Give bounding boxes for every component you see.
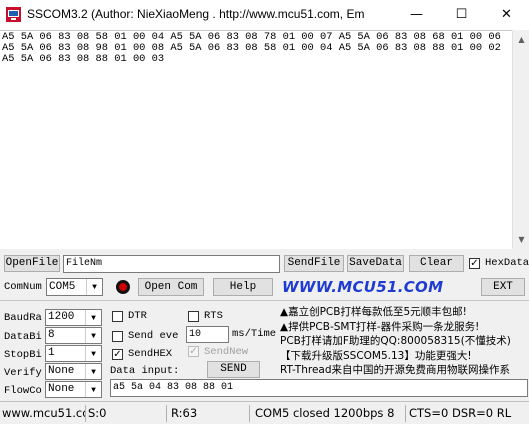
receive-scrollbar[interactable]: ▲ ▼ bbox=[512, 31, 529, 248]
chevron-down-icon: ▼ bbox=[85, 346, 101, 361]
close-button[interactable]: ✕ bbox=[484, 0, 529, 30]
status-bar: www.mcu51.cor S:0 R:63 COM5 closed 1200b… bbox=[0, 401, 529, 424]
ad-line-4[interactable]: 【下载升级版SSCOM5.13】功能更强大! bbox=[280, 349, 528, 364]
status-sent-count: S:0 bbox=[86, 405, 167, 422]
chevron-down-icon: ▼ bbox=[85, 310, 101, 325]
ad-line-3[interactable]: PCB打样请加F助理的QQ:800058315(不懂技术) bbox=[280, 334, 528, 349]
ad-line-5[interactable]: RT-Thread来自中国的开源免费商用物联网操作系 bbox=[280, 363, 528, 377]
chevron-down-icon: ▼ bbox=[86, 279, 102, 295]
hex-display-checkbox[interactable]: ✓ bbox=[469, 258, 480, 269]
verify-value: None bbox=[48, 365, 75, 377]
ad-line-2[interactable]: ▲捍供PCB-SMT打样-器件采购一条龙服务! bbox=[280, 320, 528, 335]
stop-bits-select[interactable]: 1 ▼ bbox=[45, 345, 102, 362]
send-button[interactable]: SEND bbox=[207, 361, 260, 378]
com-label: ComNum bbox=[4, 281, 42, 293]
scroll-down-icon[interactable]: ▼ bbox=[513, 231, 529, 248]
send-every-label: Send eve bbox=[128, 330, 179, 342]
open-file-button[interactable]: OpenFile bbox=[4, 255, 60, 272]
verify-select[interactable]: None ▼ bbox=[45, 363, 102, 380]
hex-display-label: HexData bbox=[485, 257, 529, 269]
dtr-label: DTR bbox=[128, 310, 147, 322]
send-new-checkbox[interactable]: ✓ bbox=[188, 346, 199, 357]
interval-field[interactable]: 10 bbox=[186, 326, 229, 343]
send-hex-label: SendHEX bbox=[128, 348, 173, 360]
flow-control-value: None bbox=[48, 383, 75, 395]
rts-checkbox[interactable] bbox=[188, 311, 199, 322]
baud-rate-value: 1200 bbox=[48, 311, 75, 323]
ad-panel[interactable]: ▲嘉立创PCB打样每款低至5元顺丰包邮! ▲捍供PCB-SMT打样-器件采购一条… bbox=[280, 305, 528, 377]
scroll-up-icon[interactable]: ▲ bbox=[513, 31, 529, 48]
data-bits-select[interactable]: 8 ▼ bbox=[45, 327, 102, 344]
port-status-indicator-icon bbox=[116, 280, 130, 294]
send-data-input[interactable]: a5 5a 04 83 08 88 01 bbox=[110, 379, 528, 397]
interval-unit-label: ms/Time bbox=[232, 328, 277, 340]
save-data-button[interactable]: SaveData bbox=[347, 255, 404, 272]
clear-button[interactable]: Clear bbox=[409, 255, 464, 272]
mcu51-logo: WWW.MCU51.COM bbox=[282, 278, 444, 296]
data-input-label: Data input: bbox=[110, 365, 180, 377]
window-title: SSCOM3.2 (Author: NieXiaoMeng . http://w… bbox=[27, 7, 365, 21]
com-select[interactable]: COM5 ▼ bbox=[46, 278, 103, 296]
send-hex-checkbox[interactable]: ✓ bbox=[112, 349, 123, 360]
minimize-button[interactable]: — bbox=[394, 0, 439, 30]
receive-area[interactable]: A5 5A 06 83 08 58 01 00 04 A5 5A 06 83 0… bbox=[0, 30, 512, 249]
divider bbox=[0, 300, 529, 301]
status-website: www.mcu51.cor bbox=[2, 405, 86, 422]
rts-label: RTS bbox=[204, 310, 223, 322]
send-new-label: SendNew bbox=[204, 346, 249, 358]
data-bits-label: DataBi bbox=[4, 331, 42, 343]
chevron-down-icon: ▼ bbox=[85, 328, 101, 343]
com-select-value: COM5 bbox=[49, 281, 76, 293]
baud-rate-label: BaudRa bbox=[4, 312, 42, 324]
receive-text: A5 5A 06 83 08 58 01 00 04 A5 5A 06 83 0… bbox=[2, 31, 508, 65]
send-every-checkbox[interactable] bbox=[112, 331, 123, 342]
maximize-button[interactable]: ☐ bbox=[439, 0, 484, 30]
status-received-count: R:63 bbox=[169, 405, 250, 422]
verify-label: Verify bbox=[4, 367, 42, 379]
title-bar: SSCOM3.2 (Author: NieXiaoMeng . http://w… bbox=[0, 0, 529, 30]
ext-button[interactable]: EXT bbox=[481, 278, 525, 296]
status-modem-lines: CTS=0 DSR=0 RL bbox=[409, 406, 512, 420]
stop-bits-value: 1 bbox=[48, 347, 55, 359]
chevron-down-icon: ▼ bbox=[85, 382, 101, 397]
file-name-field[interactable]: FileNm bbox=[63, 255, 280, 273]
flow-control-select[interactable]: None ▼ bbox=[45, 381, 102, 398]
stop-bits-label: StopBi bbox=[4, 349, 42, 361]
open-com-button[interactable]: Open Com bbox=[138, 278, 204, 296]
baud-rate-select[interactable]: 1200 ▼ bbox=[45, 309, 102, 326]
help-button[interactable]: Help bbox=[213, 278, 273, 296]
sscom-app-icon bbox=[6, 7, 21, 22]
chevron-down-icon: ▼ bbox=[85, 364, 101, 379]
flow-control-label: FlowCo bbox=[4, 385, 42, 397]
send-file-button[interactable]: SendFile bbox=[284, 255, 344, 272]
dtr-checkbox[interactable] bbox=[112, 311, 123, 322]
ad-line-1[interactable]: ▲嘉立创PCB打样每款低至5元顺丰包邮! bbox=[280, 305, 528, 320]
status-port-state: COM5 closed 1200bps 8 bbox=[253, 405, 406, 422]
data-bits-value: 8 bbox=[48, 329, 55, 341]
